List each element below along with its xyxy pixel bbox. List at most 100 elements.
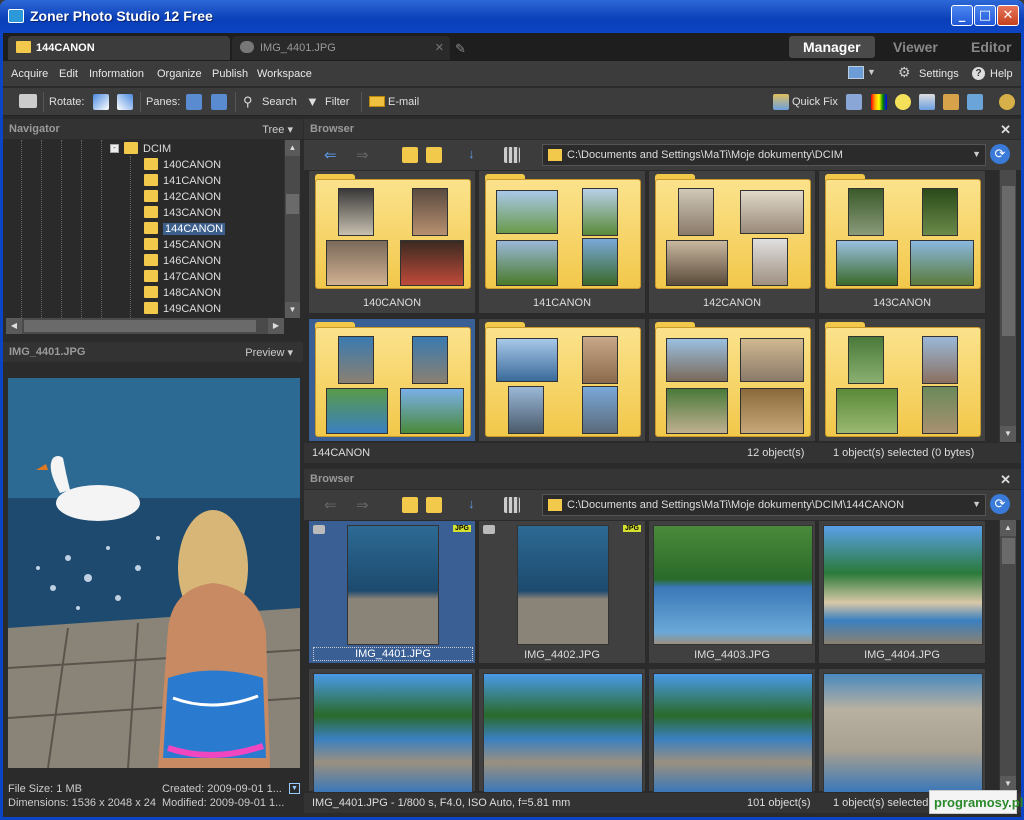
file-cell-img4401[interactable]: JPG IMG_4401.JPG (308, 520, 476, 664)
folder-cell[interactable] (648, 318, 816, 442)
path-field[interactable]: C:\Documents and Settings\MaTi\Moje doku… (542, 144, 986, 166)
menu-organize[interactable]: Organize (157, 68, 202, 80)
mode-viewer[interactable]: Viewer (879, 36, 952, 58)
tree-item[interactable]: 142CANON (144, 190, 221, 206)
mode-manager[interactable]: Manager (789, 36, 875, 58)
menu-workspace[interactable]: Workspace (257, 68, 312, 80)
file-cell-img4404[interactable]: JPG IMG_4404.JPG (818, 520, 986, 664)
rotate-right-icon[interactable] (117, 94, 133, 110)
frame-icon[interactable] (967, 94, 983, 110)
folder-up-icon[interactable] (402, 497, 418, 513)
folder-cell[interactable] (478, 318, 646, 442)
tree-vscrollbar[interactable]: ▲ ▼ (284, 140, 300, 318)
expand-icon[interactable]: ▼ (289, 783, 300, 794)
new-tab-icon[interactable]: ✎ (455, 41, 469, 56)
sort-icon[interactable]: ↓ (468, 146, 475, 161)
close-button[interactable]: ✕ (997, 5, 1019, 26)
chevron-down-icon[interactable]: ▼ (867, 67, 876, 77)
browser-bottom-vscrollbar[interactable]: ▲ ▼ (999, 520, 1016, 792)
folder-cell-142canon[interactable]: 142CANON (648, 170, 816, 314)
forward-arrow-icon[interactable]: ⇒ (356, 496, 369, 514)
help-link[interactable]: Help (990, 68, 1013, 80)
pane-layout-icon[interactable] (211, 94, 227, 110)
tree-item[interactable]: 146CANON (144, 254, 221, 270)
pane-layout-icon[interactable] (186, 94, 202, 110)
path-field[interactable]: C:\Documents and Settings\MaTi\Moje doku… (542, 494, 986, 516)
maximize-button[interactable]: □ (974, 5, 996, 26)
scroll-left-icon[interactable]: ◀ (6, 318, 22, 334)
scroll-thumb[interactable] (24, 320, 256, 332)
folder-cell-143canon[interactable]: 143CANON (818, 170, 986, 314)
favorites-folder-icon[interactable] (426, 497, 442, 513)
settings-link[interactable]: Settings (919, 68, 959, 80)
collapse-icon[interactable]: - (110, 144, 119, 153)
minimize-button[interactable]: _ (951, 5, 973, 26)
quickfix-button[interactable]: Quick Fix (792, 96, 838, 108)
menu-publish[interactable]: Publish (212, 68, 248, 80)
back-arrow-icon[interactable]: ⇐ (324, 496, 337, 514)
browser-top-vscrollbar[interactable]: ▼ (999, 170, 1016, 442)
tree-item[interactable]: 140CANON (144, 158, 221, 174)
file-cell-img4402[interactable]: JPG IMG_4402.JPG (478, 520, 646, 664)
tree-item[interactable]: 143CANON (144, 206, 221, 222)
tree-item-dcim[interactable]: DCIM (124, 142, 171, 158)
refresh-icon[interactable]: ⟳ (990, 144, 1010, 164)
preview-dropdown[interactable]: Preview ▾ (245, 346, 293, 359)
view-mode-icon[interactable] (504, 147, 520, 163)
rotate-left-icon[interactable] (93, 94, 109, 110)
scroll-down-icon[interactable]: ▼ (1000, 426, 1016, 442)
file-cell-img4403[interactable]: JPG IMG_4403.JPG (648, 520, 816, 664)
scroll-thumb[interactable] (1002, 186, 1015, 336)
scroll-thumb[interactable] (1002, 538, 1015, 564)
file-cell[interactable]: JPG (308, 668, 476, 792)
menu-edit[interactable]: Edit (59, 68, 78, 80)
scroll-up-icon[interactable]: ▲ (1000, 520, 1016, 536)
scroll-up-icon[interactable]: ▲ (285, 140, 300, 156)
sharpen-icon[interactable] (919, 94, 935, 110)
tree-hscrollbar[interactable]: ◀ ▶ (6, 318, 284, 334)
globe-icon[interactable] (999, 94, 1015, 110)
display-icon[interactable] (848, 66, 864, 79)
tree-item[interactable]: 149CANON (144, 302, 221, 318)
forward-arrow-icon[interactable]: ⇒ (356, 146, 369, 164)
camera-icon[interactable] (19, 94, 37, 108)
tree-item[interactable]: 147CANON (144, 270, 221, 286)
tree-item[interactable]: 145CANON (144, 238, 221, 254)
close-icon[interactable]: ✕ (1000, 472, 1011, 488)
color-icon[interactable] (871, 94, 887, 110)
tree-item[interactable]: 141CANON (144, 174, 221, 190)
scroll-thumb[interactable] (286, 194, 299, 214)
chevron-down-icon[interactable]: ▼ (972, 499, 981, 509)
folder-up-icon[interactable] (402, 147, 418, 163)
file-label[interactable]: IMG_4401.JPG (313, 647, 473, 661)
folder-cell-140canon[interactable]: 140CANON (308, 170, 476, 314)
folder-cell[interactable] (818, 318, 986, 442)
close-tab-icon[interactable]: ✕ (435, 41, 444, 54)
file-cell[interactable]: JPG (648, 668, 816, 792)
filter-button[interactable]: Filter (325, 96, 349, 108)
chevron-down-icon[interactable]: ▼ (972, 149, 981, 159)
file-cell[interactable]: JPG (818, 668, 986, 792)
scroll-right-icon[interactable]: ▶ (268, 318, 284, 334)
favorites-folder-icon[interactable] (426, 147, 442, 163)
view-mode-icon[interactable] (504, 497, 520, 513)
close-icon[interactable]: ✕ (1000, 122, 1011, 138)
folder-cell-141canon[interactable]: 141CANON (478, 170, 646, 314)
folder-cell-144canon[interactable] (308, 318, 476, 442)
tab-144canon[interactable]: 144CANON (8, 36, 230, 60)
tree-dropdown[interactable]: Tree ▾ (262, 123, 293, 136)
file-cell[interactable]: JPG (478, 668, 646, 792)
menu-acquire[interactable]: Acquire (11, 68, 48, 80)
edit-icon[interactable] (943, 94, 959, 110)
tab-img4401[interactable]: IMG_4401.JPG ✕ (232, 36, 450, 60)
email-button[interactable]: E-mail (388, 96, 419, 108)
bulb-icon[interactable] (895, 94, 911, 110)
scroll-down-icon[interactable]: ▼ (285, 302, 300, 318)
tree-item[interactable]: 148CANON (144, 286, 221, 302)
menu-information[interactable]: Information (89, 68, 144, 80)
mode-editor[interactable]: Editor (957, 36, 1024, 58)
tree-item-selected[interactable]: 144CANON (144, 222, 226, 238)
back-arrow-icon[interactable]: ⇐ (324, 146, 337, 164)
levels-icon[interactable] (846, 94, 862, 110)
refresh-icon[interactable]: ⟳ (990, 494, 1010, 514)
